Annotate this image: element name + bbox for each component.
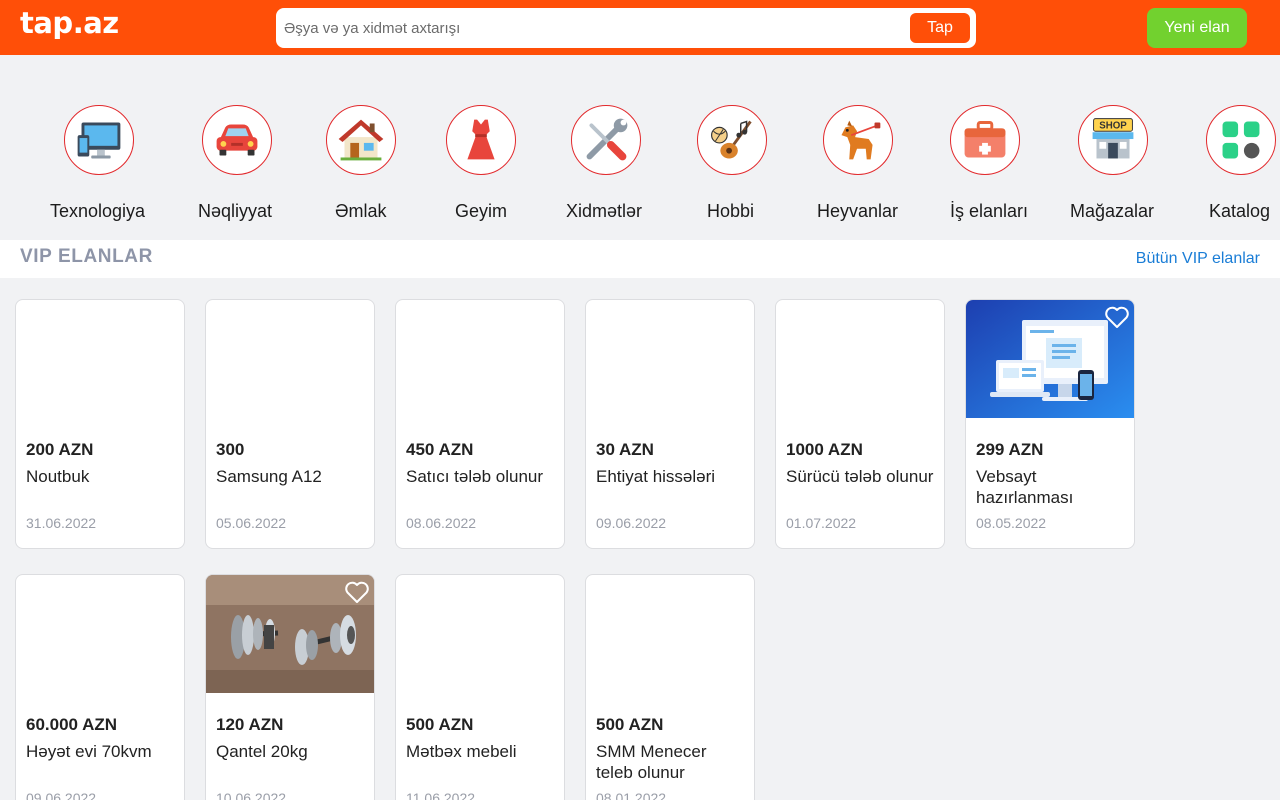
listing-date: 10.06.2022: [216, 790, 287, 800]
category-animals[interactable]: Heyvanlar: [788, 55, 928, 240]
listing-card[interactable]: 1000 AZN Sürücü tələb olunur 01.07.2022: [775, 299, 945, 549]
listing-price: 200 AZN: [26, 440, 94, 459]
category-label: Nəqliyyat: [198, 201, 273, 221]
listing-price: 60.000 AZN: [26, 715, 118, 734]
listing-title: Satıcı tələb olunur: [406, 467, 544, 486]
category-jobs[interactable]: İş elanları: [915, 55, 1055, 240]
listing-title: Samsung A12: [216, 467, 322, 486]
category-technology[interactable]: Texnologiya: [30, 55, 170, 240]
category-transport[interactable]: Nəqliyyat: [167, 55, 307, 240]
listing-title: SMM Menecer teleb olunur: [596, 742, 707, 782]
category-bar: Texnologiya Nəqliyyat Əmlak Geyim Xidmət…: [0, 55, 1280, 240]
briefcase-icon: [950, 105, 1020, 175]
listing-title: Həyət evi 70kvm: [26, 742, 152, 761]
vip-section-title: VIP ELANLAR: [20, 246, 153, 267]
listing-price: 500 AZN: [406, 715, 474, 734]
category-label: Katalog: [1209, 201, 1271, 221]
listing-date: 01.07.2022: [786, 515, 857, 531]
listing-price: 120 AZN: [216, 715, 284, 734]
dog-icon: [823, 105, 893, 175]
computer-icon: [64, 105, 134, 175]
listing-title: Ehtiyat hissələri: [596, 467, 716, 486]
shop-icon: SHOP: [1078, 105, 1148, 175]
listing-date: 09.06.2022: [596, 515, 667, 531]
house-icon: [326, 105, 396, 175]
listing-date: 09.06.2022: [26, 790, 97, 800]
listing-date: 31.06.2022: [26, 515, 97, 531]
category-label: İş elanları: [950, 201, 1029, 221]
category-label: Əmlak: [335, 201, 387, 221]
listing-price: 1000 AZN: [786, 440, 863, 459]
listing-price: 500 AZN: [596, 715, 664, 734]
catalog-icon: [1206, 105, 1276, 175]
listing-card[interactable]: 500 AZN Mətbəx mebeli 11.06.2022: [395, 574, 565, 800]
listing-card[interactable]: 299 AZN Vebsayt hazırlanması 08.05.2022: [965, 299, 1135, 549]
dress-icon: [446, 105, 516, 175]
search-button[interactable]: Tap: [910, 13, 970, 43]
shop-sign-text: SHOP: [1099, 120, 1127, 131]
listing-date: 08.06.2022: [406, 515, 477, 531]
all-vip-ads-link[interactable]: Bütün VIP elanlar: [1136, 250, 1260, 268]
listing-card[interactable]: 300 Samsung A12 05.06.2022: [205, 299, 375, 549]
listing-price: 30 AZN: [596, 440, 654, 459]
listing-title: Sürücü tələb olunur: [786, 467, 934, 486]
site-logo[interactable]: tap.az: [20, 6, 119, 40]
category-hobby[interactable]: Hobbi: [662, 55, 802, 240]
vip-section-header: VIP ELANLAR Bütün VIP elanlar: [0, 240, 1280, 278]
listing-price: 299 AZN: [976, 440, 1044, 459]
favorite-heart-icon[interactable]: [1102, 302, 1132, 332]
listing-price: 300: [216, 440, 245, 459]
listing-card[interactable]: 450 AZN Satıcı tələb olunur 08.06.2022: [395, 299, 565, 549]
listing-card[interactable]: 120 AZN Qantel 20kg 10.06.2022: [205, 574, 375, 800]
category-catalog[interactable]: Katalog: [1171, 55, 1280, 240]
category-label: Xidmətlər: [566, 201, 643, 221]
category-label: Geyim: [455, 201, 508, 221]
listing-date: 08.05.2022: [976, 515, 1047, 531]
guitar-icon: [697, 105, 767, 175]
search-box: Tap: [276, 8, 976, 48]
listing-title: Mətbəx mebeli: [406, 742, 517, 761]
category-label: Mağazalar: [1070, 201, 1155, 221]
listing-date: 08.01.2022: [596, 790, 667, 800]
tools-icon: [571, 105, 641, 175]
listing-card[interactable]: 60.000 AZN Həyət evi 70kvm 09.06.2022: [15, 574, 185, 800]
favorite-heart-icon[interactable]: [342, 577, 372, 607]
category-label: Heyvanlar: [817, 201, 899, 221]
listing-price: 450 AZN: [406, 440, 474, 459]
listing-date: 05.06.2022: [216, 515, 287, 531]
listing-card[interactable]: 30 AZN Ehtiyat hissələri 09.06.2022: [585, 299, 755, 549]
listing-title: Qantel 20kg: [216, 742, 308, 761]
category-clothing[interactable]: Geyim: [411, 55, 551, 240]
listing-card[interactable]: 500 AZN SMM Menecer teleb olunur 08.01.2…: [585, 574, 755, 800]
category-label: Texnologiya: [50, 201, 146, 221]
new-ad-button[interactable]: Yeni elan: [1147, 8, 1247, 48]
listing-date: 11.06.2022: [406, 790, 476, 800]
listing-title: Vebsayt hazırlanması: [976, 467, 1074, 507]
listing-card[interactable]: 200 AZN Noutbuk 31.06.2022: [15, 299, 185, 549]
category-shops[interactable]: SHOP Mağazalar: [1043, 55, 1183, 240]
category-services[interactable]: Xidmətlər: [536, 55, 676, 240]
car-icon: [202, 105, 272, 175]
category-label: Hobbi: [707, 201, 755, 221]
category-real-estate[interactable]: Əmlak: [291, 55, 431, 240]
listing-title: Noutbuk: [26, 467, 90, 486]
search-input[interactable]: [284, 14, 884, 42]
top-header: tap.az Tap Yeni elan: [0, 0, 1280, 55]
